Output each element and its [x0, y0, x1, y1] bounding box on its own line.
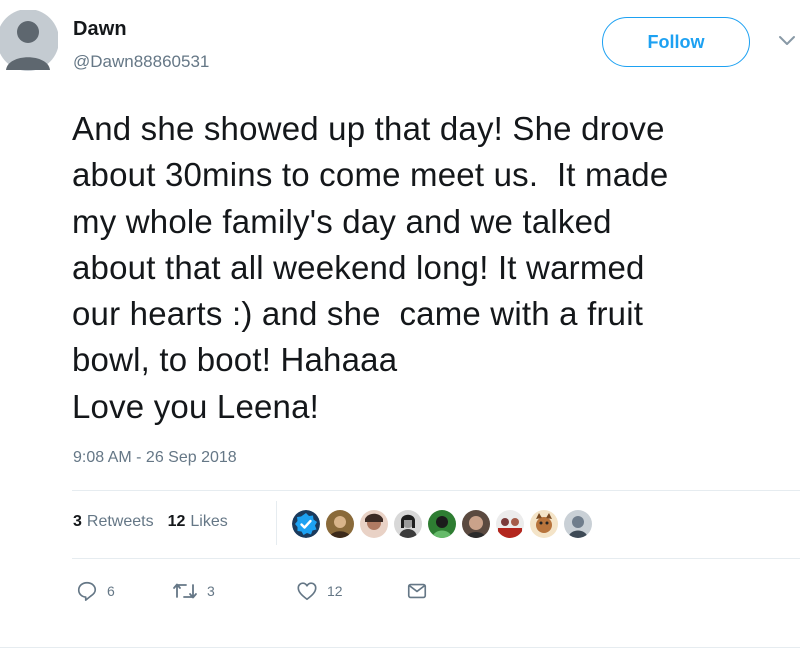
reply-icon	[77, 581, 97, 601]
tweet-stats: 3 Retweets 12 Likes	[73, 513, 228, 531]
user-photo-icon	[496, 510, 524, 538]
user-photo-icon	[326, 510, 354, 538]
card-bottom-border	[0, 647, 800, 648]
user-photo-icon	[564, 510, 592, 538]
divider	[72, 558, 800, 559]
retweets-count: 3	[73, 513, 82, 530]
envelope-icon	[407, 583, 427, 599]
verified-badge-icon	[292, 510, 320, 538]
user-photo-icon	[360, 510, 388, 538]
author-avatar[interactable]	[0, 10, 58, 74]
reply-button[interactable]: 6	[76, 580, 172, 602]
liker-avatar-3[interactable]	[358, 508, 390, 540]
liker-avatar-9[interactable]	[562, 508, 594, 540]
follow-button[interactable]: Follow	[602, 17, 750, 67]
tweet-actions: 6 3 12	[76, 580, 428, 602]
liker-avatar-8[interactable]	[528, 508, 560, 540]
likes-count: 12	[167, 513, 186, 530]
retweets-label: Retweets	[86, 513, 154, 530]
liker-avatar-2[interactable]	[324, 508, 356, 540]
liker-avatar-5[interactable]	[426, 508, 458, 540]
author-handle[interactable]: @Dawn88860531	[73, 52, 209, 72]
author-display-name[interactable]: Dawn	[73, 18, 127, 41]
liker-avatar-7[interactable]	[494, 508, 526, 540]
like-count: 12	[327, 583, 343, 599]
retweet-icon	[173, 583, 197, 599]
like-button[interactable]: 12	[296, 580, 406, 602]
retweet-count: 3	[207, 583, 215, 599]
user-photo-icon	[462, 510, 490, 538]
user-photo-icon	[530, 510, 558, 538]
user-photo-icon	[428, 510, 456, 538]
stats-separator	[276, 501, 277, 545]
retweets-stat[interactable]: 3 Retweets	[73, 513, 154, 531]
tweet-text: And she showed up that day! She drove ab…	[72, 110, 669, 425]
heart-icon	[297, 582, 317, 601]
reply-count: 6	[107, 583, 115, 599]
divider	[72, 490, 800, 491]
liker-avatar-4[interactable]	[392, 508, 424, 540]
tweet-timestamp[interactable]: 9:08 AM - 26 Sep 2018	[73, 449, 237, 467]
liker-avatar-1[interactable]	[290, 508, 322, 540]
liker-avatars	[290, 508, 596, 540]
chevron-down-icon[interactable]	[778, 34, 796, 48]
default-avatar-icon	[0, 10, 58, 71]
retweet-button[interactable]: 3	[172, 580, 296, 602]
likes-stat[interactable]: 12 Likes	[168, 513, 228, 531]
direct-message-button[interactable]	[406, 580, 428, 602]
liker-avatar-6[interactable]	[460, 508, 492, 540]
user-photo-icon	[394, 510, 422, 538]
likes-label: Likes	[190, 513, 228, 530]
